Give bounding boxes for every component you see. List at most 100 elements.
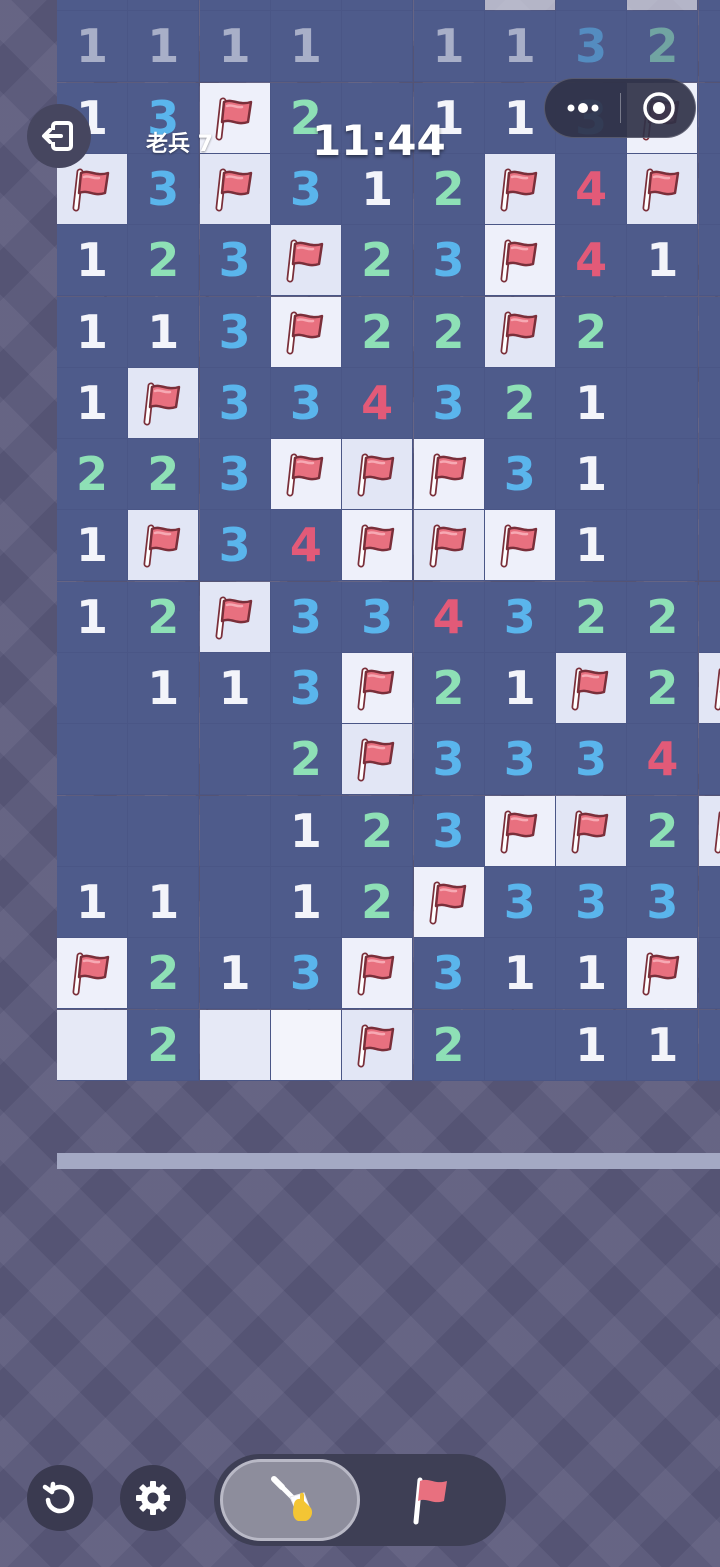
number-cell[interactable]: 1 [57,11,128,83]
hidden-cell[interactable] [698,510,720,582]
blank-cell[interactable] [342,11,414,83]
number-cell[interactable]: 1 [57,296,128,368]
number-cell[interactable]: 1 [270,11,342,83]
number-cell[interactable]: 2 [627,11,699,83]
number-cell[interactable]: 1 [128,296,200,368]
number-cell[interactable]: 3 [270,938,342,1010]
flagged-cell[interactable] [342,653,414,724]
number-cell[interactable]: 3 [556,724,628,796]
flagged-cell[interactable] [342,938,414,1010]
blank-cell[interactable] [57,653,128,724]
number-cell[interactable]: 3 [484,439,556,511]
flagged-cell[interactable] [128,510,200,582]
flagged-cell[interactable] [199,581,271,653]
number-cell[interactable]: 3 [270,581,342,653]
number-cell[interactable]: 2 [413,1009,485,1081]
flagged-cell[interactable] [199,153,271,225]
number-cell[interactable]: 1 [556,1009,628,1081]
restart-button[interactable] [27,1465,93,1531]
number-cell[interactable]: 2 [57,439,128,511]
number-cell[interactable]: 4 [342,367,414,439]
number-cell[interactable]: 3 [413,795,485,867]
number-cell[interactable]: 1 [57,581,128,653]
hidden-cell[interactable] [698,724,720,796]
flagged-cell[interactable] [342,1009,414,1081]
blank-cell[interactable] [128,724,200,796]
number-cell[interactable]: 4 [270,510,342,582]
flagged-cell[interactable] [698,795,720,867]
hidden-cell[interactable] [698,296,720,368]
number-cell[interactable]: 3 [270,653,342,724]
number-cell[interactable]: 3 [199,510,271,582]
number-cell[interactable]: 3 [484,866,556,938]
number-cell[interactable]: 2 [413,653,485,724]
number-cell[interactable]: 2 [342,866,414,938]
empty-cell[interactable] [199,1009,271,1081]
blank-cell[interactable] [627,367,699,439]
more-button[interactable] [545,79,620,137]
number-cell[interactable]: 1 [484,11,556,83]
number-cell[interactable]: 3 [484,581,556,653]
number-cell[interactable]: 2 [413,296,485,368]
flag-mode-button[interactable] [364,1459,500,1541]
number-cell[interactable]: 3 [342,581,414,653]
dig-mode-button[interactable] [220,1459,360,1541]
flagged-cell[interactable] [413,510,485,582]
number-cell[interactable]: 3 [270,367,342,439]
flagged-cell[interactable] [413,866,485,938]
blank-cell[interactable] [57,795,128,867]
number-cell[interactable]: 1 [342,0,414,11]
flagged-cell[interactable] [556,653,628,724]
number-cell[interactable]: 1 [199,938,271,1010]
number-cell[interactable]: 2 [627,653,699,724]
flagged-cell[interactable] [128,367,200,439]
number-cell[interactable]: 1 [128,11,200,83]
number-cell[interactable]: 2 [627,581,699,653]
number-cell[interactable]: 2 [128,225,200,297]
flagged-cell[interactable] [484,153,556,225]
number-cell[interactable]: 1 [57,225,128,297]
hidden-cell[interactable] [698,11,720,83]
number-cell[interactable]: 3 [199,367,271,439]
number-cell[interactable]: 1 [128,866,200,938]
number-cell[interactable]: 3 [484,724,556,796]
flagged-cell[interactable] [342,510,414,582]
number-cell[interactable]: 1 [57,866,128,938]
number-cell[interactable]: 1 [627,225,699,297]
number-cell[interactable]: 2 [270,724,342,796]
number-cell[interactable]: 2 [128,439,200,511]
number-cell[interactable]: 2 [128,0,200,11]
hidden-cell[interactable] [698,0,720,11]
blank-cell[interactable] [199,724,271,796]
flagged-cell[interactable] [556,795,628,867]
number-cell[interactable]: 1 [128,653,200,724]
number-cell[interactable]: 1 [57,0,128,11]
number-cell[interactable]: 2 [342,225,414,297]
flagged-cell[interactable] [627,0,699,11]
flagged-cell[interactable] [413,439,485,511]
hidden-cell[interactable] [698,82,720,154]
blank-cell[interactable] [199,866,271,938]
flagged-cell[interactable] [698,653,720,724]
number-cell[interactable]: 3 [199,439,271,511]
flagged-cell[interactable] [484,0,556,11]
number-cell[interactable]: 1 [484,653,556,724]
number-cell[interactable]: 2 [199,0,271,11]
flagged-cell[interactable] [270,439,342,511]
number-cell[interactable]: 1 [556,439,628,511]
flagged-cell[interactable] [57,938,128,1010]
number-cell[interactable]: 2 [556,581,628,653]
number-cell[interactable]: 3 [413,225,485,297]
number-cell[interactable]: 4 [413,581,485,653]
number-cell[interactable]: 3 [556,866,628,938]
hidden-cell[interactable] [698,938,720,1010]
hidden-cell[interactable] [698,225,720,297]
number-cell[interactable]: 3 [413,367,485,439]
flagged-cell[interactable] [484,296,556,368]
number-cell[interactable]: 2 [413,0,485,11]
hidden-cell[interactable] [698,439,720,511]
hidden-cell[interactable] [698,367,720,439]
hidden-cell[interactable] [698,153,720,225]
number-cell[interactable]: 2 [342,795,414,867]
number-cell[interactable]: 1 [270,866,342,938]
